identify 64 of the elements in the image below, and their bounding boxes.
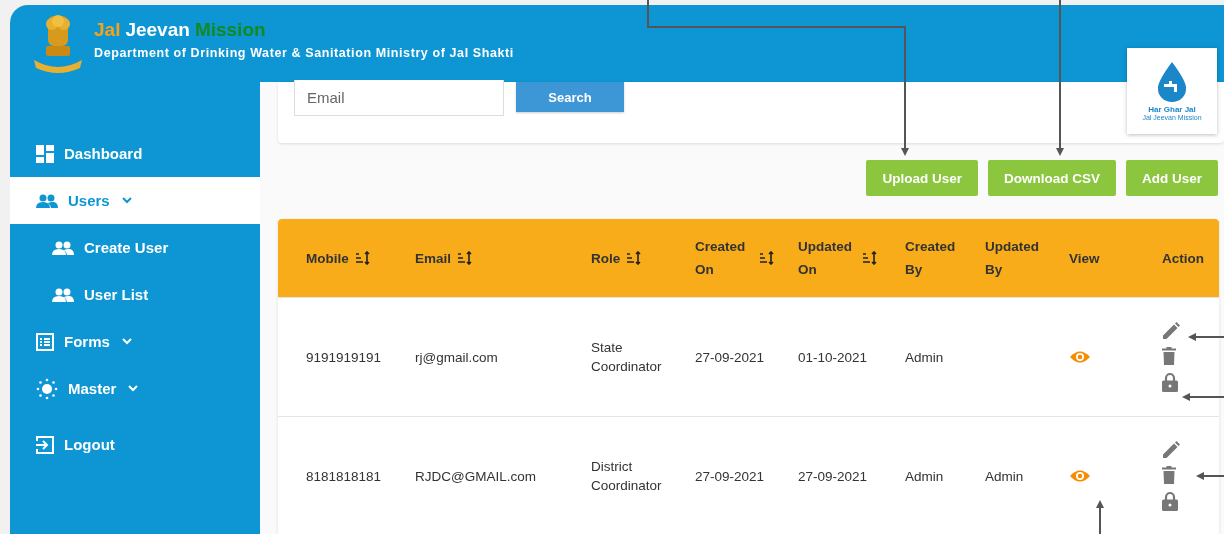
logo-text: Har Ghar Jal [1148, 104, 1196, 114]
column-header: Role [591, 250, 621, 266]
column-header: Updated On [798, 238, 853, 279]
table-cell: 8181818181 [306, 468, 382, 484]
table-cell: rj@gmail.com [415, 349, 498, 365]
column-header: Created On [695, 238, 747, 279]
eye-icon[interactable] [1069, 350, 1091, 364]
list-icon [36, 332, 54, 351]
action-button[interactable]: Download CSV [987, 160, 1116, 196]
table-cell: Admin [905, 468, 944, 484]
sidebar-subitem[interactable]: User List [10, 271, 260, 318]
callout-arrow [1182, 393, 1224, 401]
people-icon [52, 240, 74, 255]
sort-icon[interactable] [457, 251, 474, 265]
sidebar-item[interactable]: Logout [10, 421, 260, 468]
sidebar-item[interactable]: Forms [10, 318, 260, 365]
sort-icon[interactable] [759, 251, 775, 265]
action-button[interactable]: Add User [1126, 160, 1218, 196]
water-drop-icon [1157, 61, 1187, 102]
table-cell: Admin [985, 468, 1024, 484]
table-cell: RJDC@GMAIL.com [415, 468, 536, 484]
sidebar-item[interactable]: Master [10, 365, 260, 412]
column-header: View [1069, 250, 1100, 266]
email-search-field[interactable]: Email [294, 80, 504, 116]
action-button[interactable]: Upload User [866, 160, 978, 196]
sidebar-subitem[interactable]: Create User [10, 224, 260, 271]
sidebar-item[interactable]: Dashboard [10, 130, 260, 177]
sidebar-item[interactable]: Users [10, 177, 260, 224]
table-cell: 01-10-2021 [798, 349, 868, 365]
search-button[interactable]: Search [516, 82, 624, 112]
pencil-icon[interactable] [1162, 441, 1180, 459]
sort-icon[interactable] [354, 251, 371, 265]
dashboard-icon [36, 144, 54, 163]
title-word: Mission [194, 19, 266, 41]
sun-icon [36, 377, 58, 400]
logout-icon [36, 435, 54, 454]
table-cell: 9191919191 [306, 349, 382, 365]
pencil-icon[interactable] [1162, 322, 1180, 340]
table-cell-text: District Coordinator [591, 458, 663, 495]
column-header: Email [415, 250, 452, 266]
people-icon [36, 193, 58, 208]
title-word: Jal [94, 19, 121, 41]
title-word: Jeevan [125, 19, 190, 41]
table-cell: 27-09-2021 [695, 468, 765, 484]
people-icon [52, 287, 74, 302]
column-header: Updated By [985, 238, 1040, 279]
column-header: Action [1162, 250, 1204, 266]
callout-arrow [1096, 500, 1104, 534]
table-cell: 27-09-2021 [695, 349, 765, 365]
lock-icon[interactable] [1162, 372, 1178, 392]
table-cell: 27-09-2021 [798, 468, 868, 484]
sort-icon[interactable] [626, 251, 643, 265]
column-header: Created By [905, 238, 957, 279]
sort-icon[interactable] [862, 251, 878, 265]
trash-icon[interactable] [1162, 347, 1176, 365]
eye-icon[interactable] [1069, 469, 1091, 483]
trash-icon[interactable] [1162, 466, 1176, 484]
table-cell: Admin [905, 349, 944, 365]
table-cell-text: State Coordinator [591, 339, 663, 376]
header-subtitle: Department of Drinking Water & Sanitation Ministry of Jal Shakti [94, 46, 514, 60]
column-header: Mobile [306, 250, 349, 266]
callout-arrow [1188, 333, 1224, 341]
lock-icon[interactable] [1162, 491, 1178, 511]
callout-arrow [1196, 472, 1224, 480]
